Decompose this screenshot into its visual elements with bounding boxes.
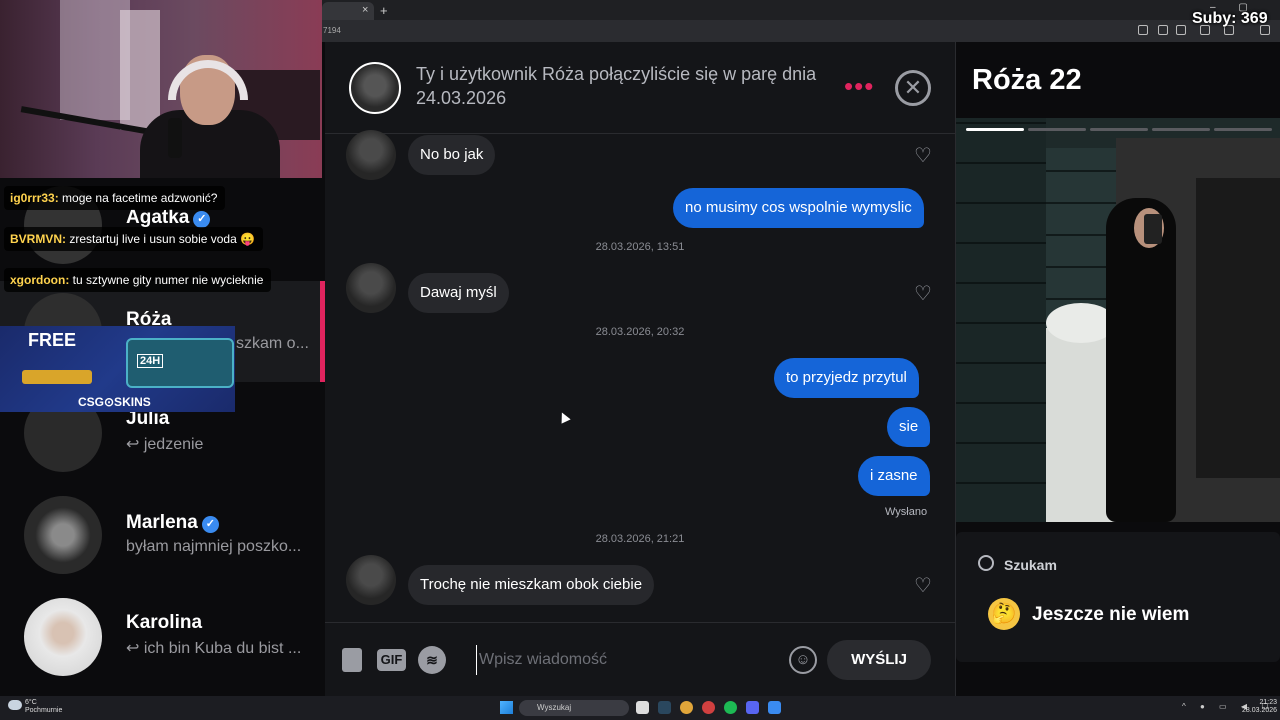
photo-progress-segment[interactable] — [1090, 128, 1148, 131]
photo-progress-segment[interactable] — [1152, 128, 1210, 131]
promo-graphic — [22, 370, 92, 384]
taskbar-clock[interactable]: 21:23 28.03.2026 — [1242, 699, 1277, 715]
stream-chat-message: xgordoon: tu sztywne gity numer nie wyci… — [4, 268, 272, 292]
conversation-preview: szkam o... — [236, 335, 309, 352]
message-incoming: No bo jak — [408, 135, 496, 175]
conversation-name: Karolina — [126, 612, 203, 633]
profile-name-age: Róża 22 — [972, 64, 1082, 96]
more-options-icon[interactable]: ••• — [844, 73, 874, 99]
verified-badge-icon: ✓ — [193, 211, 211, 228]
conversation-preview: ↩ jedzenie — [126, 436, 204, 453]
bookmark-icon[interactable] — [1176, 25, 1186, 35]
sticker-icon[interactable] — [342, 648, 362, 672]
photo-progress-segment[interactable] — [1214, 128, 1272, 131]
steam-icon[interactable] — [658, 701, 671, 714]
tab-close-icon[interactable]: × — [362, 4, 368, 16]
match-avatar[interactable] — [349, 62, 401, 114]
app-icon[interactable] — [768, 701, 781, 714]
profile-photo[interactable] — [956, 118, 1280, 522]
avatar — [24, 496, 102, 574]
extensions-icon[interactable] — [1138, 25, 1148, 35]
cloud-icon[interactable] — [8, 700, 22, 710]
sender-avatar[interactable] — [346, 130, 396, 180]
subs-counter: Suby: 369 — [1192, 10, 1268, 27]
looking-for-label: Szukam — [1004, 557, 1057, 573]
message-outgoing: i zasne — [858, 456, 930, 496]
promo-badge: 24H — [137, 354, 164, 368]
webcam-overlay — [0, 0, 322, 178]
message-timestamp: 28.03.2026, 13:51 — [595, 241, 685, 253]
browser-tab-bar — [322, 0, 1280, 20]
looking-for-value: Jeszcze nie wiem — [1032, 604, 1190, 625]
message-incoming: Trochę nie mieszkam obok ciebie — [408, 565, 655, 605]
avatar — [24, 598, 102, 676]
stream-chat-message: ig0rrr33: moge na facetime adzwonić? — [4, 186, 226, 210]
cast-icon[interactable] — [1158, 25, 1168, 35]
message-outgoing: no musimy cos wspolnie wymyslic — [673, 188, 924, 228]
message-status: Wysłano — [885, 506, 928, 518]
like-heart-icon[interactable]: ♡ — [914, 143, 932, 168]
search-icon — [978, 555, 994, 571]
photo-progress-segment[interactable] — [966, 128, 1024, 131]
send-button[interactable]: WYŚLIJ — [827, 640, 931, 680]
promo-headline: FREE — [28, 330, 77, 350]
sender-avatar[interactable] — [346, 263, 396, 313]
message-outgoing: sie — [887, 407, 931, 447]
message-timestamp: 28.03.2026, 20:32 — [595, 326, 685, 338]
gif-button[interactable]: GIF — [377, 649, 406, 671]
spotify-taskbar-icon[interactable] — [724, 701, 737, 714]
match-info-text: Ty i użytkownik Róża połączyliście się w… — [416, 64, 817, 108]
thinking-emoji-icon: 🤔 — [988, 598, 1020, 630]
like-heart-icon[interactable]: ♡ — [914, 573, 932, 598]
stream-chat-message: BVRMVN: zrestartuj live i usun sobie vod… — [4, 227, 264, 251]
browser-icon[interactable] — [702, 701, 715, 714]
discord-icon[interactable] — [746, 701, 759, 714]
conversation-name: Agatka ✓ — [126, 207, 211, 229]
sender-avatar[interactable] — [346, 555, 396, 605]
weather-widget[interactable]: 6°C Pochmurnie — [25, 699, 62, 715]
emoji-icon[interactable]: ☺ — [789, 646, 817, 674]
message-incoming: Dawaj myśl — [408, 273, 509, 313]
promo-brand: CSG⊙SKINS — [78, 395, 151, 409]
photo-progress-segment[interactable] — [1028, 128, 1086, 131]
spotify-icon[interactable]: ≋ — [418, 646, 446, 674]
task-view-icon[interactable] — [636, 701, 649, 714]
close-chat-icon[interactable]: ✕ — [895, 70, 931, 106]
address-text: 7194 — [323, 26, 341, 35]
message-input[interactable] — [476, 645, 776, 675]
taskbar-search[interactable]: Wyszukaj — [519, 700, 629, 716]
message-timestamp: 28.03.2026, 21:21 — [595, 533, 685, 545]
message-outgoing: to przyjedz przytul — [774, 358, 919, 398]
start-button[interactable] — [500, 701, 513, 714]
like-heart-icon[interactable]: ♡ — [914, 281, 932, 306]
conversation-preview: ↩ ich bin Kuba du bist ... — [126, 640, 302, 657]
conversation-preview: byłam najmniej poszko... — [126, 538, 302, 555]
verified-badge-icon: ✓ — [201, 516, 219, 533]
address-bar[interactable] — [322, 20, 1280, 42]
conversation-name: Marlena ✓ — [126, 512, 219, 534]
chrome-icon[interactable] — [680, 701, 693, 714]
conversation-item-marlena[interactable]: Marlena ✓ byłam najmniej poszko... — [0, 496, 322, 600]
conversation-item-karolina[interactable]: Karolina ↩ ich bin Kuba du bist ... — [0, 598, 322, 702]
new-tab-button[interactable]: + — [380, 3, 388, 18]
profile-details-card — [956, 532, 1280, 662]
